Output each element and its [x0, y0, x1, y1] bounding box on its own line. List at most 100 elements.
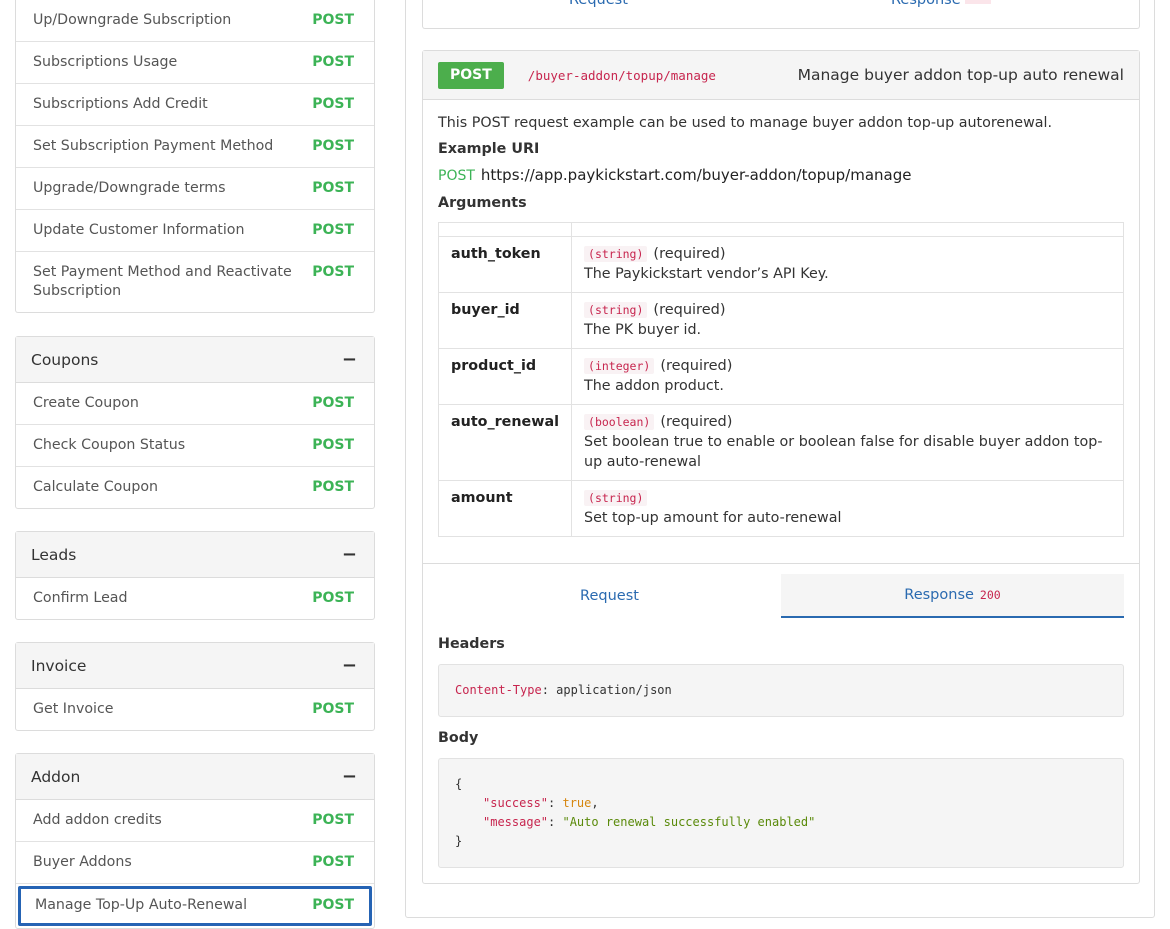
arg-details: (integer) (required) The addon product. [571, 348, 1124, 405]
group-title: Coupons [31, 350, 99, 369]
sidebar-item-create-coupon[interactable]: Create Coupon POST [16, 383, 374, 425]
headers-label: Headers [438, 636, 505, 652]
tab-response[interactable]: Response 200 [781, 574, 1124, 618]
leads-group: Leads − Confirm Lead POST [15, 531, 375, 620]
prev-status-badge [964, 0, 991, 4]
sidebar-item-subscriptions-add-credit[interactable]: Subscriptions Add Credit POST [16, 84, 374, 126]
sidebar-item-set-payment-method-reactivate[interactable]: Set Payment Method and Reactivate Subscr… [16, 252, 374, 312]
body-label: Body [438, 730, 479, 746]
collapse-minus-icon[interactable]: − [342, 350, 357, 369]
group-title: Invoice [31, 656, 87, 675]
json-string: "Auto renewal successfully enabled" [562, 815, 816, 829]
endpoint-card: POST /buyer-addon/topup/manage Manage bu… [422, 50, 1140, 884]
group-title: Addon [31, 767, 81, 786]
header-cell [571, 222, 1124, 237]
arg-type: (integer) [584, 358, 655, 374]
method-badge: POST [312, 180, 354, 196]
sidebar: Up/Downgrade Subscription POST Subscript… [15, 0, 375, 929]
coupons-group-header[interactable]: Coupons − [16, 337, 374, 383]
arg-description: The addon product. [584, 378, 724, 394]
collapse-minus-icon[interactable]: − [342, 656, 357, 675]
method-badge: POST [312, 479, 354, 495]
tab-request[interactable]: Request [438, 574, 781, 618]
status-code-badge: 200 [979, 588, 1001, 602]
arg-type: (string) [584, 246, 648, 262]
arg-description: The PK buyer id. [584, 322, 702, 338]
arg-details: (string) (required) The Paykickstart vendo… [571, 236, 1124, 293]
sidebar-item-label: Manage Top-Up Auto-Renewal [35, 897, 248, 913]
sidebar-item-calculate-coupon[interactable]: Calculate Coupon POST [16, 467, 374, 508]
method-badge: POST [312, 138, 354, 154]
header-value: application/json [556, 683, 672, 697]
prev-request-tab[interactable]: Request [569, 0, 628, 8]
sidebar-item-up-downgrade-subscription[interactable]: Up/Downgrade Subscription POST [16, 0, 374, 42]
sidebar-item-check-coupon-status[interactable]: Check Coupon Status POST [16, 425, 374, 467]
json-bool: true [562, 796, 592, 810]
sidebar-item-label: Check Coupon Status [33, 437, 186, 453]
sidebar-item-subscriptions-usage[interactable]: Subscriptions Usage POST [16, 42, 374, 84]
collapse-minus-icon[interactable]: − [342, 545, 357, 564]
endpoint-description: This POST request example can be used to… [438, 115, 1053, 131]
method-badge: POST [312, 12, 354, 28]
subscriptions-group: Up/Downgrade Subscription POST Subscript… [15, 0, 375, 313]
collapse-minus-icon[interactable]: − [342, 767, 357, 786]
sidebar-item-label: Set Subscription Payment Method [33, 138, 274, 154]
arg-name: amount [437, 480, 573, 537]
arg-required: (required) [653, 246, 726, 262]
prev-response-tab[interactable]: Response [891, 0, 991, 8]
previous-endpoint-card: Request Response [422, 0, 1140, 29]
method-badge: POST [312, 812, 354, 828]
method-badge: POST [312, 437, 354, 453]
arg-details: (string) (required) The PK buyer id. [571, 292, 1124, 349]
sidebar-item-add-addon-credits[interactable]: Add addon credits POST [16, 800, 374, 842]
method-badge: POST [312, 54, 354, 70]
method-badge: POST [312, 897, 354, 913]
invoice-group-header[interactable]: Invoice − [16, 643, 374, 689]
arg-description: Set boolean true to enable or boolean fa… [584, 434, 1103, 470]
sidebar-item-label: Up/Downgrade Subscription [33, 12, 232, 28]
arguments-label: Arguments [438, 195, 527, 211]
arg-required: (required) [660, 358, 733, 374]
arg-required: (required) [660, 414, 733, 430]
sidebar-item-label: Create Coupon [33, 395, 139, 411]
arg-type: (string) [584, 302, 648, 318]
tab-label: Response [904, 587, 974, 603]
sidebar-item-confirm-lead[interactable]: Confirm Lead POST [16, 578, 374, 619]
prev-response-label: Response [891, 0, 961, 8]
header-key: Content-Type [455, 683, 542, 697]
divider [423, 563, 1139, 564]
arg-name: buyer_id [437, 292, 573, 349]
sidebar-item-set-subscription-payment-method[interactable]: Set Subscription Payment Method POST [16, 126, 374, 168]
json-key: "success" [483, 796, 549, 810]
sidebar-item-buyer-addons[interactable]: Buyer Addons POST [16, 842, 374, 884]
example-uri: POST https://app.paykickstart.com/buyer-a… [438, 166, 1124, 184]
sidebar-item-label: Calculate Coupon [33, 479, 159, 495]
arg-details: (boolean) (required) Set boolean true to e… [571, 404, 1124, 481]
sidebar-item-manage-topup-auto-renewal[interactable]: Manage Top-Up Auto-Renewal POST [18, 886, 372, 926]
sidebar-item-label: Set Payment Method and Reactivate Subscr… [33, 264, 292, 299]
method-badge: POST [312, 222, 354, 238]
sidebar-item-label: Confirm Lead [33, 590, 128, 606]
arg-description: The Paykickstart vendor’s API Key. [584, 266, 829, 282]
sidebar-item-label: Add addon credits [33, 812, 162, 828]
coupons-group: Coupons − Create Coupon POST Check Coupo… [15, 336, 375, 509]
example-uri-label: Example URI [438, 141, 540, 157]
addon-group-header[interactable]: Addon − [16, 754, 374, 800]
method-post-badge: POST [438, 61, 504, 89]
sidebar-item-update-customer-information[interactable]: Update Customer Information POST [16, 210, 374, 252]
sidebar-item-get-invoice[interactable]: Get Invoice POST [16, 689, 374, 730]
endpoint-summary: Manage buyer addon top-up auto renewal [797, 66, 1124, 84]
leads-group-header[interactable]: Leads − [16, 532, 374, 578]
table-row: product_id (integer) (required) The addon … [437, 348, 1124, 405]
arg-name: product_id [437, 348, 573, 405]
sidebar-item-upgrade-downgrade-terms[interactable]: Upgrade/Downgrade terms POST [16, 168, 374, 210]
group-title: Leads [31, 545, 77, 564]
arg-type: (boolean) [584, 414, 655, 430]
endpoint-header[interactable]: POST /buyer-addon/topup/manage Manage bu… [423, 51, 1139, 100]
sidebar-item-label: Upgrade/Downgrade terms [33, 180, 226, 196]
uri-url: https://app.paykickstart.com/buyer-addon… [480, 166, 912, 184]
arg-name: auth_token [437, 236, 573, 293]
arg-required: (required) [653, 302, 726, 318]
endpoint-path: /buyer-addon/topup/manage [527, 67, 716, 83]
body-code-block: { "success": true, "message": "Auto rene… [438, 758, 1124, 868]
